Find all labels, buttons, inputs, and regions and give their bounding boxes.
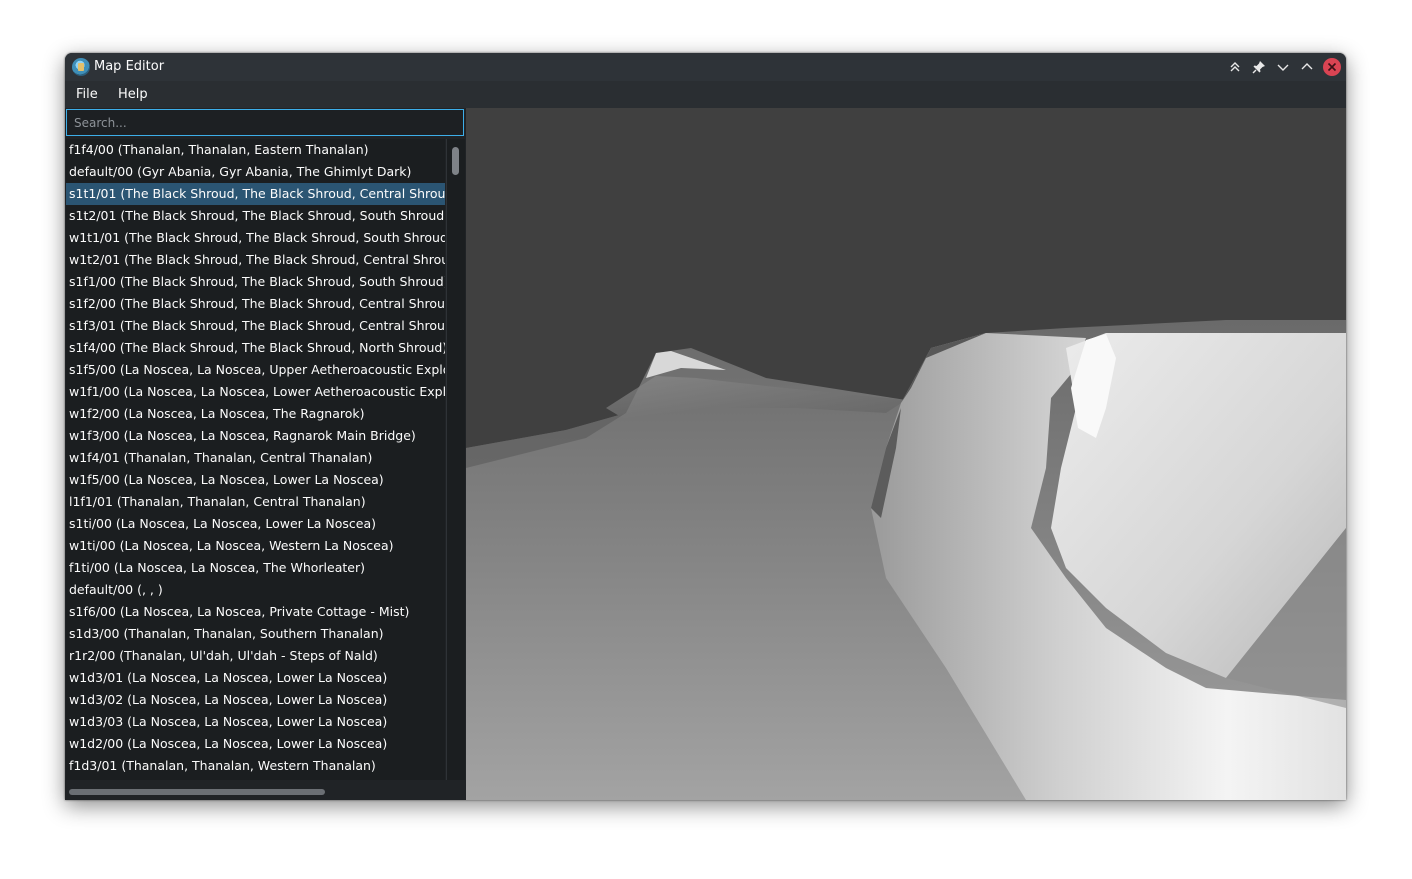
map-list-item[interactable]: s1f6/00 (La Noscea, La Noscea, Private C… [66,601,445,623]
vertical-scrollbar[interactable] [446,139,465,780]
menu-file[interactable]: File [76,87,98,103]
map-list-item[interactable]: s1ti/00 (La Noscea, La Noscea, Lower La … [66,513,445,535]
map-list-item[interactable]: f1d3/01 (Thanalan, Thanalan, Western Tha… [66,755,445,777]
map-list-item[interactable]: w1d3/02 (La Noscea, La Noscea, Lower La … [66,689,445,711]
search-input[interactable] [66,109,464,136]
maximize-icon [1301,63,1313,70]
map-list-item[interactable]: w1f4/01 (Thanalan, Thanalan, Central Tha… [66,447,445,469]
map-list-item[interactable]: w1t2/01 (The Black Shroud, The Black Shr… [66,249,445,271]
pin-button[interactable] [1250,58,1268,76]
horizontal-scroll-thumb[interactable] [69,789,325,795]
map-list-item[interactable]: f1ti/00 (La Noscea, La Noscea, The Whorl… [66,557,445,579]
menu-bar: File Help [65,81,1346,108]
close-button[interactable] [1323,58,1341,76]
map-list-item[interactable]: w1d2/00 (La Noscea, La Noscea, Lower La … [66,733,445,755]
map-list-item[interactable]: s1t2/01 (The Black Shroud, The Black Shr… [66,205,445,227]
map-list-item[interactable]: w1d3/03 (La Noscea, La Noscea, Lower La … [66,711,445,733]
keep-above-icon [1230,62,1240,72]
map-editor-window: Map Editor File Help Search... f1f4/00 (… [65,53,1346,800]
maximize-button[interactable] [1298,58,1316,76]
map-list-item[interactable]: default/00 (Gyr Abania, Gyr Abania, The … [66,161,445,183]
map-list[interactable]: f1f4/00 (Thanalan, Thanalan, Eastern Tha… [66,139,445,780]
map-list-item[interactable]: s1d3/00 (Thanalan, Thanalan, Southern Th… [66,623,445,645]
menu-help[interactable]: Help [118,87,148,103]
map-list-item[interactable]: s1t1/01 (The Black Shroud, The Black Shr… [66,183,445,205]
map-list-item[interactable]: w1f2/00 (La Noscea, La Noscea, The Ragna… [66,403,445,425]
map-list-item[interactable]: s1f5/00 (La Noscea, La Noscea, Upper Aet… [66,359,445,381]
app-icon [72,58,90,76]
title-bar[interactable]: Map Editor [65,53,1346,81]
pin-icon [1252,61,1265,74]
map-list-item[interactable]: s1f3/01 (The Black Shroud, The Black Shr… [66,315,445,337]
map-list-item[interactable]: l1f1/01 (Thanalan, Thanalan, Central Tha… [66,491,445,513]
keep-above-button[interactable] [1226,58,1244,76]
map-list-item[interactable]: s1f1/00 (The Black Shroud, The Black Shr… [66,271,445,293]
map-list-item[interactable]: f1f4/00 (Thanalan, Thanalan, Eastern Tha… [66,139,445,161]
map-list-item[interactable]: w1d3/01 (La Noscea, La Noscea, Lower La … [66,667,445,689]
minimize-button[interactable] [1274,58,1292,76]
map-list-item[interactable]: w1f1/00 (La Noscea, La Noscea, Lower Aet… [66,381,445,403]
map-list-item[interactable]: w1ti/00 (La Noscea, La Noscea, Western L… [66,535,445,557]
map-3d-viewport[interactable] [466,108,1346,800]
map-list-item[interactable]: default/00 (, , ) [66,579,445,601]
map-list-item[interactable]: w1t1/01 (The Black Shroud, The Black Shr… [66,227,445,249]
map-list-item[interactable]: s1f4/00 (The Black Shroud, The Black Shr… [66,337,445,359]
horizontal-scrollbar[interactable] [66,782,445,800]
window-title: Map Editor [94,59,165,74]
map-list-item[interactable]: r1r2/00 (Thanalan, Ul'dah, Ul'dah - Step… [66,645,445,667]
map-list-item[interactable]: w1f5/00 (La Noscea, La Noscea, Lower La … [66,469,445,491]
terrain-render [466,108,1346,800]
map-list-item[interactable]: s1f2/00 (The Black Shroud, The Black Shr… [66,293,445,315]
map-list-item[interactable]: w1f3/00 (La Noscea, La Noscea, Ragnarok … [66,425,445,447]
close-icon [1327,62,1337,72]
map-list-panel: f1f4/00 (Thanalan, Thanalan, Eastern Tha… [65,108,466,800]
minimize-icon [1277,64,1289,71]
vertical-scroll-thumb[interactable] [452,147,459,175]
